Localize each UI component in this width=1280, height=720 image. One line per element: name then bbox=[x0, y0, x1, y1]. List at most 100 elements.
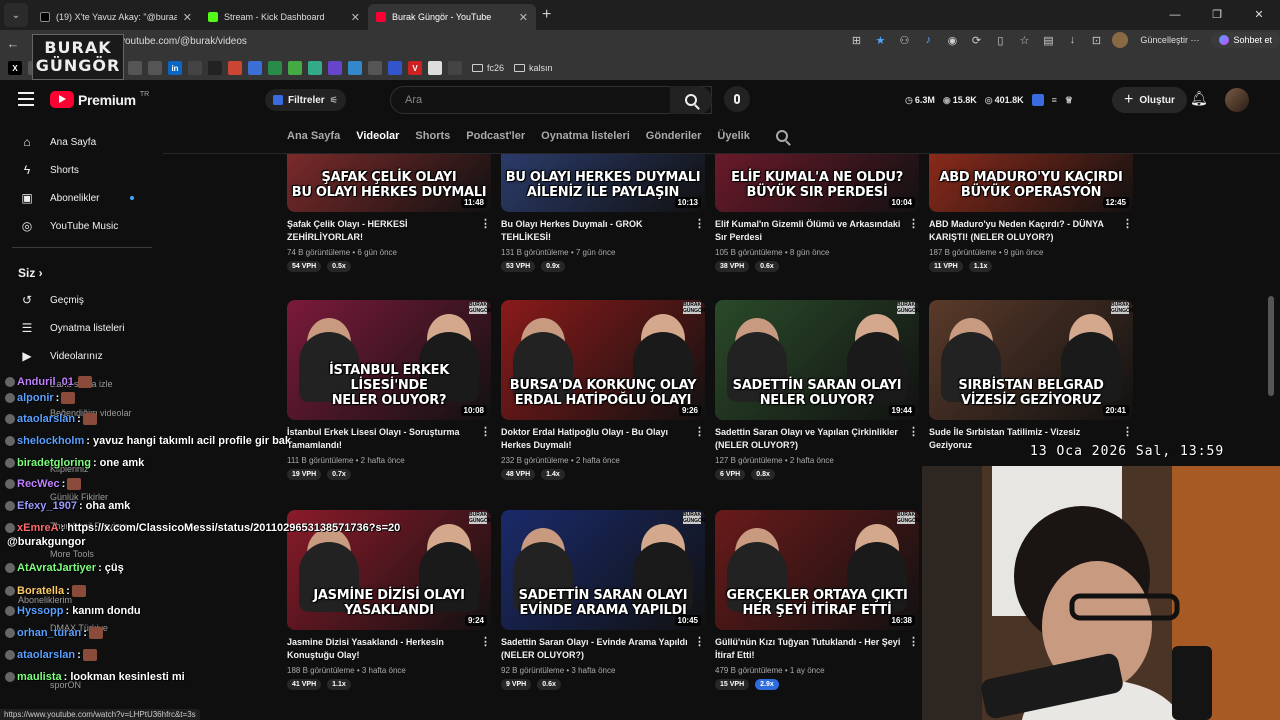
more-options-icon[interactable]: ⋮ bbox=[694, 218, 705, 231]
bookmark-icon[interactable] bbox=[188, 61, 202, 75]
tab-shorts[interactable]: Shorts bbox=[415, 130, 450, 142]
sidebar-item-history[interactable]: ↺ Geçmiş bbox=[0, 286, 160, 314]
back-button[interactable]: ← bbox=[0, 36, 26, 51]
video-thumbnail[interactable]: ABD MADURO'YU KAÇIRDI BÜYÜK OPERASYON 12… bbox=[929, 154, 1133, 212]
tab-posts[interactable]: Gönderiler bbox=[646, 130, 702, 142]
sidebar-you-heading[interactable]: Siz › bbox=[18, 266, 43, 280]
bookmark-icon[interactable] bbox=[288, 61, 302, 75]
video-card[interactable]: BURAK GÜNGÖR SADETTİN SARAN OLAYI NELER O… bbox=[715, 300, 919, 480]
ext-icon[interactable] bbox=[1031, 94, 1044, 106]
more-options-icon[interactable]: ⋮ bbox=[908, 636, 919, 649]
video-card[interactable]: ELİF KUMAL'A NE OLDU? BÜYÜK SIR PERDESİ … bbox=[715, 154, 919, 272]
video-title[interactable]: Sadettin Saran Olayı ve Yapılan Çirkinli… bbox=[715, 427, 898, 450]
url-field[interactable]: youtube.com/@burak/videos bbox=[120, 36, 247, 47]
bookmark-linkedin-icon[interactable]: in bbox=[168, 61, 182, 75]
video-thumbnail[interactable]: ŞAFAK ÇELİK OLAYI BU OLAYI HERKES DUYMAL… bbox=[287, 154, 491, 212]
more-options-icon[interactable]: ⋮ bbox=[1122, 218, 1133, 231]
video-title[interactable]: Güllü'nün Kızı Tuğyan Tutuklandı - Her Ş… bbox=[715, 637, 900, 660]
close-window-button[interactable]: ✕ bbox=[1238, 0, 1280, 30]
video-card[interactable]: BURAK GÜNGÖR SIRBİSTAN BELGRAD VİZESİZ GE… bbox=[929, 300, 1133, 452]
video-thumbnail[interactable]: BURAK GÜNGÖR SADETTİN SARAN OLAYI NELER O… bbox=[715, 300, 919, 420]
bookmark-icon[interactable] bbox=[248, 61, 262, 75]
youtube-logo[interactable]: Premium TR bbox=[50, 91, 149, 108]
tab-close-icon[interactable]: ✕ bbox=[519, 11, 528, 24]
trophy-icon[interactable]: ♕ bbox=[1065, 95, 1073, 106]
bookmark-folder-fc26[interactable]: fc26 bbox=[472, 63, 504, 73]
tab-list-button[interactable]: ⌄ bbox=[4, 3, 28, 27]
video-card[interactable]: BURAK GÜNGÖR SADETTİN SARAN OLAYI EVİNDE … bbox=[501, 510, 705, 690]
queue-icon[interactable]: ≡ bbox=[1052, 95, 1057, 105]
browser-tab[interactable]: Stream - Kick Dashboard ✕ bbox=[200, 4, 368, 30]
tab-playlists[interactable]: Oynatma listeleri bbox=[541, 130, 630, 142]
bookmark-icon[interactable] bbox=[308, 61, 322, 75]
new-tab-button[interactable]: + bbox=[542, 6, 551, 24]
browser-tab[interactable]: (19) X'te Yavuz Akay: "@buraakgu✕ bbox=[32, 4, 200, 30]
maximize-button[interactable]: ❐ bbox=[1196, 0, 1238, 30]
video-title[interactable]: Bu Olayı Herkes Duymalı - GROK TEHLİKESİ… bbox=[501, 219, 643, 242]
bookmark-icon[interactable] bbox=[128, 61, 142, 75]
video-thumbnail[interactable]: BU OLAYI HERKES DUYMALI AİLENİZ İLE PAYL… bbox=[501, 154, 705, 212]
video-card[interactable]: BU OLAYI HERKES DUYMALI AİLENİZ İLE PAYL… bbox=[501, 154, 705, 272]
video-thumbnail[interactable]: BURAK GÜNGÖR BURSA'DA KORKUNÇ OLAY ERDAL … bbox=[501, 300, 705, 420]
bookmark-icon[interactable] bbox=[428, 61, 442, 75]
tab-close-icon[interactable]: ✕ bbox=[351, 11, 360, 24]
page-scrollbar[interactable] bbox=[1268, 296, 1274, 396]
sidebar-item-subscriptions[interactable]: ▣ Abonelikler bbox=[0, 184, 160, 212]
page-tools-icon[interactable]: ⊞ bbox=[848, 32, 864, 48]
more-options-icon[interactable]: ⋮ bbox=[694, 426, 705, 439]
download-icon[interactable]: ↓ bbox=[1064, 32, 1080, 48]
sidebar-item-home[interactable]: ⌂ Ana Sayfa bbox=[0, 128, 160, 156]
video-title[interactable]: Doktor Erdal Hatipoğlu Olayı - Bu Olayı … bbox=[501, 427, 668, 450]
extension-icon[interactable]: ⚇ bbox=[896, 32, 912, 48]
copilot-chat-button[interactable]: Sohbet et bbox=[1211, 32, 1280, 48]
browser-tab[interactable]: Burak Güngör - YouTube ✕ bbox=[368, 4, 536, 30]
filters-button[interactable]: Filtreler ⚟ bbox=[265, 89, 346, 111]
bookmark-icon[interactable] bbox=[208, 61, 222, 75]
more-options-icon[interactable]: ⋮ bbox=[480, 636, 491, 649]
tab-membership[interactable]: Üyelik bbox=[717, 130, 749, 142]
sidebar-item-playlists[interactable]: ☰ Oynatma listeleri bbox=[0, 314, 160, 342]
video-card[interactable]: BURAK GÜNGÖR GERÇEKLER ORTAYA ÇIKTI HER Ş… bbox=[715, 510, 919, 690]
bookmark-icon[interactable] bbox=[388, 61, 402, 75]
more-options-icon[interactable]: ⋮ bbox=[480, 426, 491, 439]
bookmark-icon[interactable] bbox=[348, 61, 362, 75]
channel-search-icon[interactable] bbox=[775, 130, 788, 142]
video-title[interactable]: Sadettin Saran Olayı - Evinde Arama Yapı… bbox=[501, 637, 688, 660]
camera-icon[interactable]: ◉ bbox=[944, 32, 960, 48]
menu-icon[interactable] bbox=[18, 92, 34, 106]
create-button[interactable]: + Oluştur bbox=[1112, 87, 1187, 113]
bookmark-icon[interactable] bbox=[228, 61, 242, 75]
video-thumbnail[interactable]: ELİF KUMAL'A NE OLDU? BÜYÜK SIR PERDESİ … bbox=[715, 154, 919, 212]
update-button[interactable]: Güncelleştir ⋯ bbox=[1136, 33, 1203, 48]
more-options-icon[interactable]: ⋮ bbox=[480, 218, 491, 231]
video-thumbnail[interactable]: BURAK GÜNGÖR SADETTİN SARAN OLAYI EVİNDE … bbox=[501, 510, 705, 630]
minimize-button[interactable]: — bbox=[1154, 0, 1196, 30]
tab-home[interactable]: Ana Sayfa bbox=[287, 130, 340, 142]
video-card[interactable]: ABD MADURO'YU KAÇIRDI BÜYÜK OPERASYON 12… bbox=[929, 154, 1133, 272]
screenshot-icon[interactable]: ⊡ bbox=[1088, 32, 1104, 48]
tab-close-icon[interactable]: ✕ bbox=[183, 11, 192, 24]
split-icon[interactable]: ▯ bbox=[992, 32, 1008, 48]
bookmark-icon[interactable] bbox=[148, 61, 162, 75]
video-title[interactable]: Elif Kumal'ın Gizemli Ölümü ve Arkasında… bbox=[715, 219, 900, 242]
search-button[interactable] bbox=[670, 86, 712, 114]
bookmark-icon[interactable] bbox=[268, 61, 282, 75]
star-icon[interactable]: ★ bbox=[872, 32, 888, 48]
bookmark-folder-kalsin[interactable]: kalsın bbox=[514, 63, 553, 73]
video-thumbnail[interactable]: BURAK GÜNGÖR GERÇEKLER ORTAYA ÇIKTI HER Ş… bbox=[715, 510, 919, 630]
bookmark-x-icon[interactable]: X bbox=[8, 61, 22, 75]
bookmark-icon[interactable] bbox=[368, 61, 382, 75]
more-options-icon[interactable]: ⋮ bbox=[908, 426, 919, 439]
video-title[interactable]: Şafak Çelik Olayı - HERKESİ ZEHİRLİYORLA… bbox=[287, 219, 408, 242]
account-avatar[interactable] bbox=[1225, 88, 1249, 112]
more-options-icon[interactable]: ⋮ bbox=[908, 218, 919, 231]
profile-icon[interactable] bbox=[1112, 32, 1129, 48]
more-options-icon[interactable]: ⋮ bbox=[1122, 426, 1133, 439]
sidebar-item-music[interactable]: ◎ YouTube Music bbox=[0, 212, 160, 240]
favorites-icon[interactable]: ☆ bbox=[1016, 32, 1032, 48]
video-card[interactable]: BURAK GÜNGÖR BURSA'DA KORKUNÇ OLAY ERDAL … bbox=[501, 300, 705, 480]
audio-icon[interactable]: ♪ bbox=[920, 32, 936, 48]
voice-search-button[interactable] bbox=[724, 86, 750, 112]
video-card[interactable]: ŞAFAK ÇELİK OLAYI BU OLAYI HERKES DUYMAL… bbox=[287, 154, 491, 272]
collections-icon[interactable]: ▤ bbox=[1040, 32, 1056, 48]
